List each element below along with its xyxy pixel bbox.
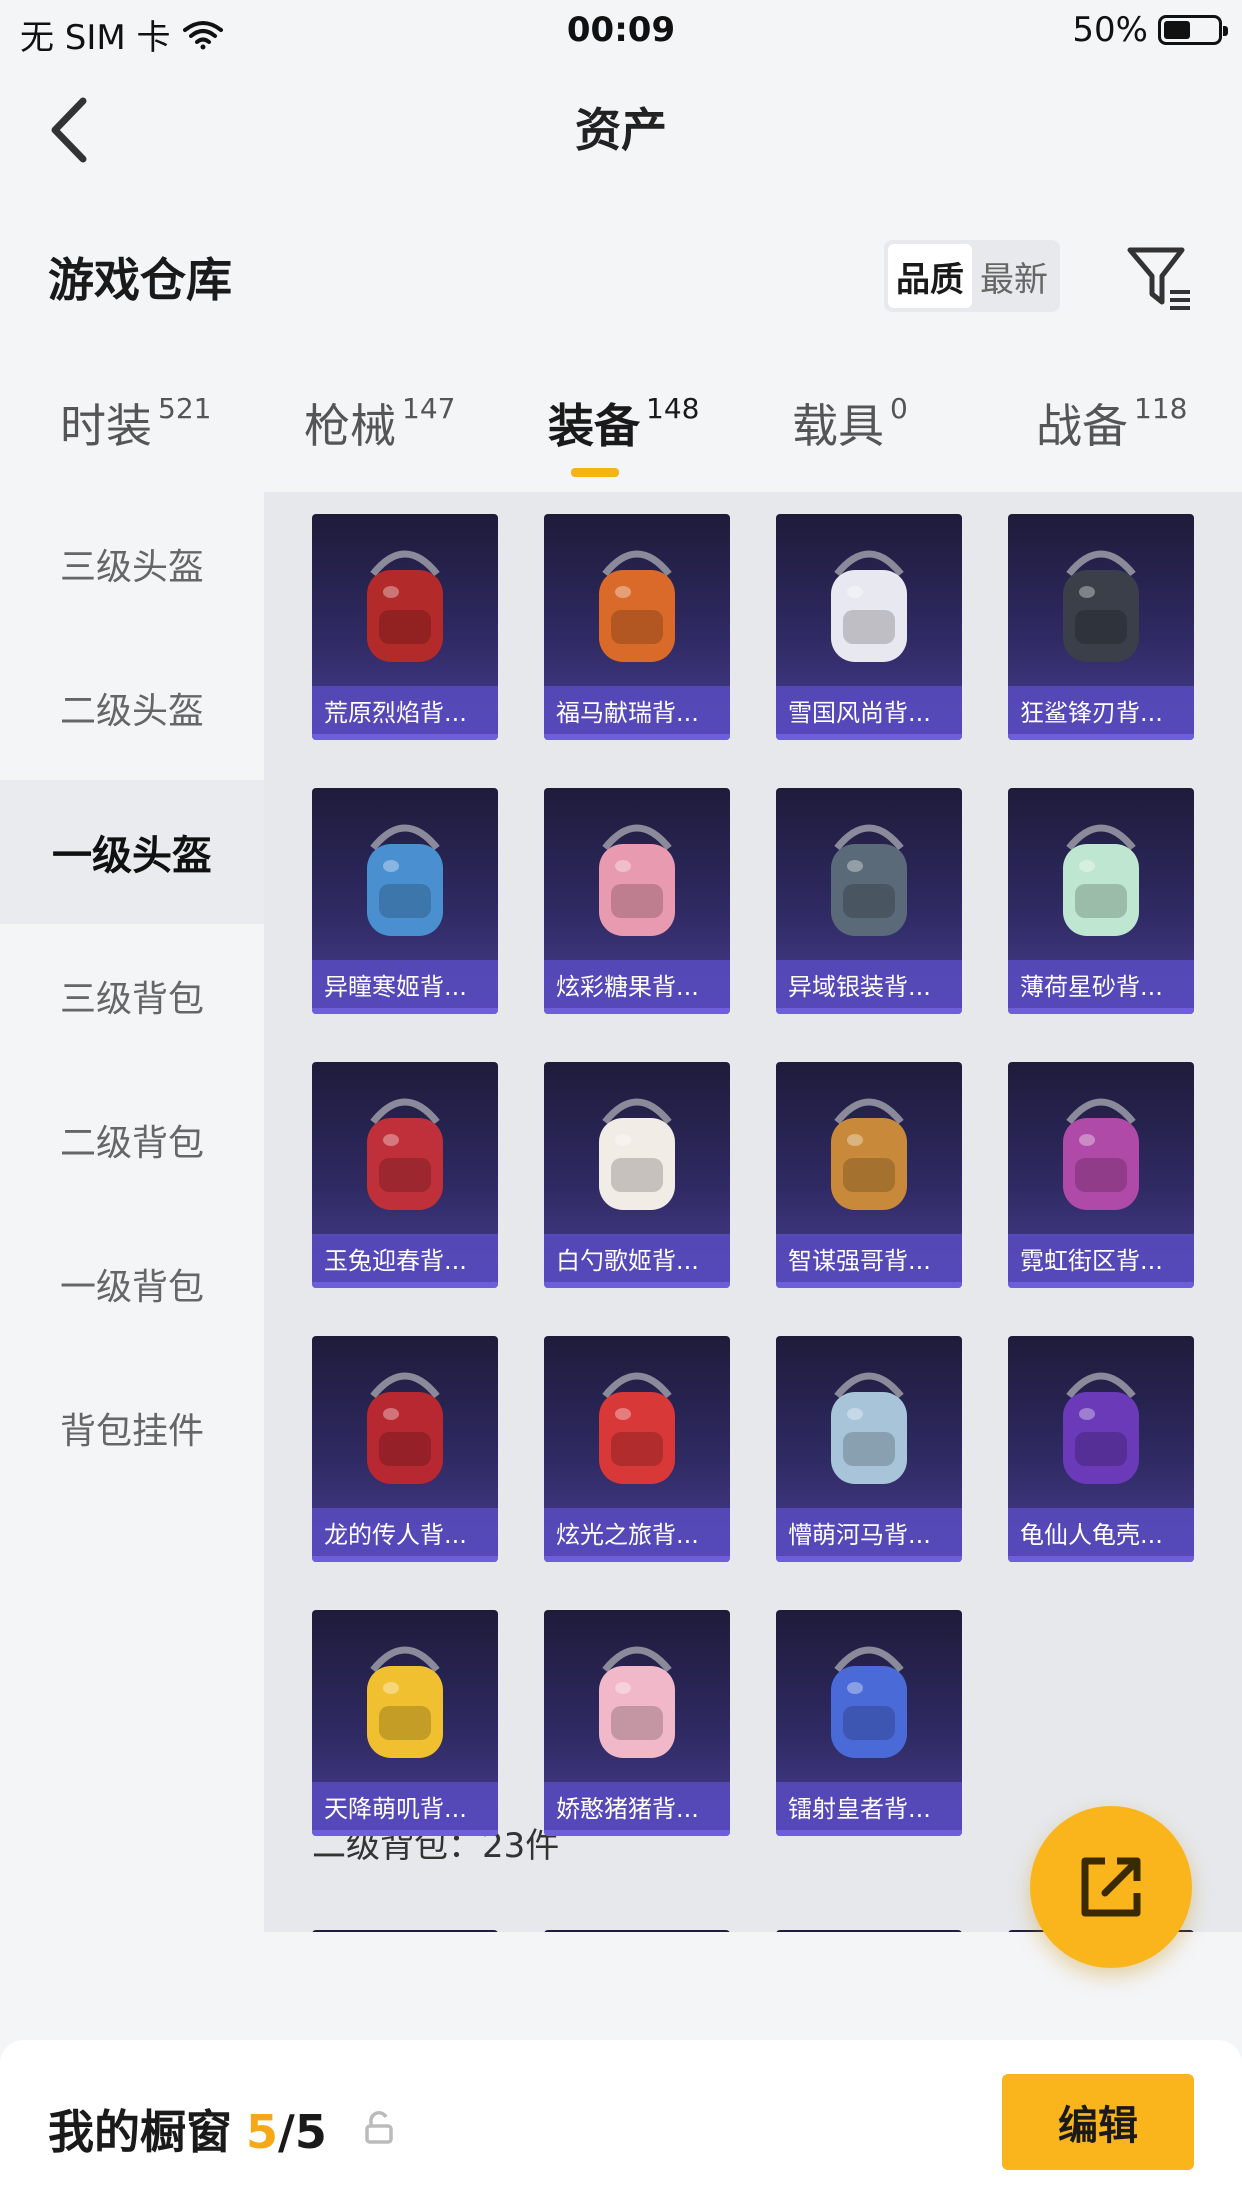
sidebar-item-level3-backpack[interactable]: 三级背包 bbox=[0, 924, 264, 1068]
item-name: 狂鲨锋刃背... bbox=[1008, 686, 1194, 734]
backpack-icon bbox=[831, 1098, 907, 1210]
backpack-icon bbox=[831, 1372, 907, 1484]
showcase-count: 5/5 bbox=[246, 2105, 327, 2159]
item-name: 荒原烈焰背... bbox=[312, 686, 498, 734]
filter-button[interactable] bbox=[1124, 242, 1196, 314]
item-card[interactable]: 玉兔迎春背... bbox=[312, 1062, 498, 1288]
tab-fashion[interactable]: 时装 521 bbox=[60, 390, 211, 456]
filter-icon bbox=[1127, 247, 1190, 310]
item-card[interactable]: 荒原烈焰背... bbox=[312, 514, 498, 740]
item-name: 玉兔迎春背... bbox=[312, 1234, 498, 1282]
item-card[interactable]: 懵萌河马背... bbox=[776, 1336, 962, 1562]
item-card[interactable]: 天降萌叽背... bbox=[312, 1610, 498, 1836]
tab-gear[interactable]: 战备 118 bbox=[1036, 390, 1187, 456]
item-name: 娇憨猪猪背... bbox=[544, 1782, 730, 1830]
backpack-icon bbox=[599, 824, 675, 936]
backpack-icon bbox=[367, 550, 443, 662]
nav-bar: 资产 bbox=[0, 70, 1242, 180]
item-name: 龙的传人背... bbox=[312, 1508, 498, 1556]
item-name: 雪国风尚背... bbox=[776, 686, 962, 734]
sort-quality-button[interactable]: 品质 bbox=[888, 244, 972, 308]
backpack-icon bbox=[367, 1098, 443, 1210]
section-header: 游戏仓库 品质 最新 bbox=[0, 220, 1242, 330]
item-card[interactable]: 炫光之旅背... bbox=[544, 1336, 730, 1562]
sidebar-item-level1-helmet[interactable]: 一级头盔 bbox=[0, 780, 264, 924]
backpack-icon bbox=[367, 824, 443, 936]
tab-weapons[interactable]: 枪械 147 bbox=[304, 390, 455, 456]
sidebar-item-level3-helmet[interactable]: 三级头盔 bbox=[0, 492, 264, 636]
tab-vehicles[interactable]: 载具 0 bbox=[792, 390, 908, 456]
item-card[interactable]: 炫彩糖果背... bbox=[544, 788, 730, 1014]
item-name: 薄荷星砂背... bbox=[1008, 960, 1194, 1008]
section-title: 游戏仓库 bbox=[48, 253, 232, 307]
item-card[interactable]: 狂鲨锋刃背... bbox=[1008, 514, 1194, 740]
sidebar-item-level2-backpack[interactable]: 二级背包 bbox=[0, 1068, 264, 1212]
backpack-icon bbox=[599, 1372, 675, 1484]
item-name: 异瞳寒姬背... bbox=[312, 960, 498, 1008]
item-name: 霓虹街区背... bbox=[1008, 1234, 1194, 1282]
item-name: 镭射皇者背... bbox=[776, 1782, 962, 1830]
showcase-title-group: 我的橱窗 5/5 bbox=[48, 2096, 327, 2162]
active-tab-indicator bbox=[571, 468, 619, 477]
item-card[interactable]: 雪国风尚背... bbox=[776, 514, 962, 740]
item-card[interactable]: 白勺歌姬背... bbox=[544, 1062, 730, 1288]
backpack-icon bbox=[831, 1646, 907, 1758]
battery-fill bbox=[1164, 21, 1190, 39]
tab-equipment[interactable]: 装备 148 bbox=[548, 390, 699, 456]
page-title: 资产 bbox=[575, 103, 667, 157]
item-card[interactable]: 异瞳寒姬背... bbox=[312, 788, 498, 1014]
item-card[interactable]: 智谋强哥背... bbox=[776, 1062, 962, 1288]
item-name: 异域银装背... bbox=[776, 960, 962, 1008]
battery-status: 50% bbox=[1072, 10, 1228, 50]
share-external-icon bbox=[1081, 1857, 1141, 1917]
edit-button[interactable]: 编辑 bbox=[1002, 2074, 1194, 2170]
backpack-icon bbox=[599, 550, 675, 662]
backpack-icon bbox=[1063, 550, 1139, 662]
item-card[interactable]: 龟仙人龟壳... bbox=[1008, 1336, 1194, 1562]
item-name: 天降萌叽背... bbox=[312, 1782, 498, 1830]
item-card[interactable] bbox=[312, 1930, 498, 1932]
backpack-icon bbox=[367, 1646, 443, 1758]
backpack-icon bbox=[831, 550, 907, 662]
sort-latest-button[interactable]: 最新 bbox=[972, 244, 1056, 308]
item-name: 龟仙人龟壳... bbox=[1008, 1508, 1194, 1556]
backpack-icon bbox=[1063, 1098, 1139, 1210]
item-card[interactable]: 福马献瑞背... bbox=[544, 514, 730, 740]
share-fab-button[interactable] bbox=[1030, 1806, 1192, 1968]
item-card[interactable] bbox=[544, 1930, 730, 1932]
item-card[interactable]: 娇憨猪猪背... bbox=[544, 1610, 730, 1836]
status-bar: 无 SIM 卡 00:09 50% bbox=[0, 0, 1242, 60]
backpack-icon bbox=[599, 1646, 675, 1758]
sidebar-item-level1-backpack[interactable]: 一级背包 bbox=[0, 1212, 264, 1356]
item-name: 智谋强哥背... bbox=[776, 1234, 962, 1282]
showcase-title: 我的橱窗 bbox=[48, 2105, 232, 2159]
backpack-icon bbox=[1063, 824, 1139, 936]
item-card[interactable]: 异域银装背... bbox=[776, 788, 962, 1014]
item-name: 炫光之旅背... bbox=[544, 1508, 730, 1556]
sort-toggle: 品质 最新 bbox=[884, 240, 1060, 312]
sidebar-item-backpack-charm[interactable]: 背包挂件 bbox=[0, 1356, 264, 1500]
battery-icon bbox=[1158, 15, 1228, 45]
backpack-icon bbox=[1063, 1372, 1139, 1484]
clock: 00:09 bbox=[566, 10, 676, 50]
backpack-icon bbox=[831, 824, 907, 936]
item-card[interactable]: 龙的传人背... bbox=[312, 1336, 498, 1562]
item-grid: 二级背包：23件 荒原烈焰背... 福马献瑞背... 雪国风尚背... 狂鲨锋刃背..… bbox=[264, 492, 1242, 1932]
item-name: 福马献瑞背... bbox=[544, 686, 730, 734]
sidebar-item-level2-helmet[interactable]: 二级头盔 bbox=[0, 636, 264, 780]
item-name: 懵萌河马背... bbox=[776, 1508, 962, 1556]
lock-open-icon bbox=[365, 2111, 393, 2144]
item-card[interactable] bbox=[776, 1930, 962, 1932]
item-name: 炫彩糖果背... bbox=[544, 960, 730, 1008]
battery-percent: 50% bbox=[1072, 10, 1148, 50]
backpack-icon bbox=[599, 1098, 675, 1210]
item-card[interactable]: 霓虹街区背... bbox=[1008, 1062, 1194, 1288]
item-card[interactable]: 薄荷星砂背... bbox=[1008, 788, 1194, 1014]
item-name: 白勺歌姬背... bbox=[544, 1234, 730, 1282]
category-tabs: 时装 521 枪械 147 装备 148 载具 0 战备 118 bbox=[0, 380, 1242, 490]
showcase-bar: 我的橱窗 5/5 编辑 bbox=[0, 2040, 1242, 2208]
item-card[interactable]: 镭射皇者背... bbox=[776, 1610, 962, 1836]
sidebar: 三级头盔 二级头盔 一级头盔 三级背包 二级背包 一级背包 背包挂件 bbox=[0, 492, 264, 1940]
backpack-icon bbox=[367, 1372, 443, 1484]
